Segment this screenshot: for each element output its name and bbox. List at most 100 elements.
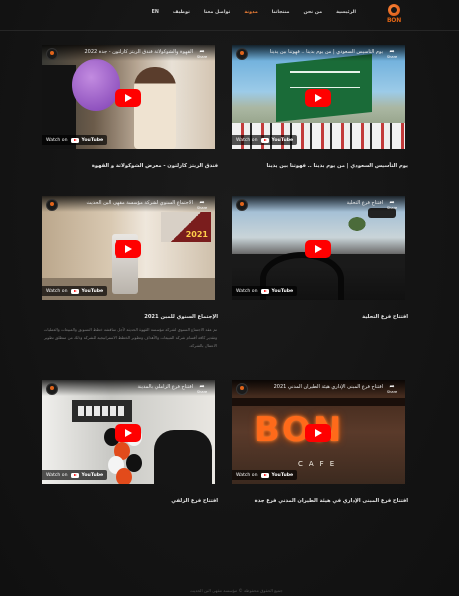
site-header: BON الرئيسية من نحن منتجاتنا مدونة تواصل… (0, 0, 459, 30)
play-button[interactable] (115, 89, 141, 107)
channel-avatar-icon[interactable] (236, 199, 248, 211)
channel-avatar-icon[interactable] (236, 383, 248, 395)
video-embed-tahlia-branch[interactable]: افتتاح فرع التحلية ➦ Share Watch on YouT… (232, 196, 405, 300)
nav-item-products[interactable]: منتجاتنا (265, 10, 297, 15)
watch-on-youtube-button[interactable]: Watch on YouTube (232, 135, 298, 145)
watch-on-youtube-button[interactable]: Watch on YouTube (232, 286, 298, 296)
channel-avatar-icon[interactable] (46, 383, 58, 395)
video-caption[interactable]: افتتاح فرع المبنى الإداري في هيئة الطيرا… (255, 498, 408, 504)
video-caption[interactable]: افتتاح فرع التحلية (362, 314, 408, 320)
child-graphic (134, 67, 176, 149)
share-icon: ➦ (199, 48, 205, 55)
year-badge: 2021 (161, 212, 211, 242)
flag-text-graphic (290, 71, 360, 88)
share-icon: ➦ (389, 199, 395, 206)
share-icon: ➦ (199, 383, 205, 390)
video-embed-zulfi-branch[interactable]: افتتاح فرع الزاملي بالمدينة ➦ Share Watc… (42, 380, 215, 484)
logo-mark-icon (388, 4, 400, 16)
share-icon: ➦ (199, 199, 205, 206)
share-button[interactable]: ➦ Share (195, 383, 209, 394)
share-label: Share (386, 390, 398, 394)
watch-on-label: Watch on (236, 472, 258, 478)
flag-graphic (276, 53, 372, 123)
video-topbar: يوم التأسيس السعودي | من يوم بدينا .. فه… (232, 45, 405, 61)
sign-graphic (72, 400, 132, 422)
channel-avatar-icon[interactable] (46, 48, 58, 60)
video-embed-ritz-carlton[interactable]: القهوة والشوكولاتة فندق الريتز كارلتون -… (42, 45, 215, 149)
youtube-label: YouTube (81, 137, 104, 143)
play-button[interactable] (305, 240, 331, 258)
youtube-label: YouTube (81, 288, 104, 294)
main-nav: الرئيسية من نحن منتجاتنا مدونة تواصل معن… (145, 10, 363, 15)
channel-avatar-icon[interactable] (236, 48, 248, 60)
year-badge-text: 2021 (185, 230, 208, 239)
share-label: Share (386, 55, 398, 59)
play-button[interactable] (305, 89, 331, 107)
video-topbar: الاجتماع السنوي لشركة مؤسسة مقهى البن ال… (42, 196, 215, 212)
video-title[interactable]: افتتاح فرع المبنى الإداري هيئة الطيران ا… (250, 384, 383, 390)
watch-on-label: Watch on (236, 288, 258, 294)
share-button[interactable]: ➦ Share (385, 48, 399, 59)
watch-on-label: Watch on (46, 472, 68, 478)
brand-logo[interactable]: BON (384, 4, 404, 26)
play-button[interactable] (115, 424, 141, 442)
youtube-logo-icon (71, 137, 80, 143)
watch-on-youtube-button[interactable]: Watch on YouTube (232, 470, 298, 480)
youtube-label: YouTube (81, 472, 104, 478)
youtube-label: YouTube (271, 472, 294, 478)
watch-on-youtube-button[interactable]: Watch on YouTube (42, 470, 108, 480)
watch-on-youtube-button[interactable]: Watch on YouTube (42, 286, 108, 296)
video-topbar: افتتاح فرع المبنى الإداري هيئة الطيران ا… (232, 380, 405, 396)
balloon-graphic (72, 59, 120, 111)
watch-on-label: Watch on (46, 288, 68, 294)
video-title[interactable]: افتتاح فرع الزاملي بالمدينة (60, 384, 193, 390)
share-label: Share (196, 55, 208, 59)
video-caption[interactable]: افتتاح فرع الزلفي (171, 498, 218, 504)
nav-item-contact[interactable]: تواصل معنا (197, 10, 237, 15)
channel-avatar-icon[interactable] (46, 199, 58, 211)
header-divider (0, 30, 459, 31)
video-embed-annual-meeting[interactable]: 2021 الاجتماع السنوي لشركة مؤسسة مقهى ال… (42, 196, 215, 300)
site-footer: جميع الحقوق محفوظة © مؤسسة مقهى البن الح… (0, 588, 459, 596)
video-description: تم عقد الاجتماع السنوي لشركة مؤسسة القهو… (43, 327, 217, 349)
video-title[interactable]: يوم التأسيس السعودي | من يوم بدينا .. فه… (250, 49, 383, 55)
share-label: Share (196, 390, 208, 394)
share-button[interactable]: ➦ Share (195, 199, 209, 210)
share-icon: ➦ (389, 48, 395, 55)
video-caption[interactable]: يوم التأسيس السعودي | من يوم بدينا .. فه… (267, 163, 408, 169)
youtube-label: YouTube (271, 137, 294, 143)
cafe-sign-graphic: CAFE (298, 460, 341, 468)
video-topbar: القهوة والشوكولاتة فندق الريتز كارلتون -… (42, 45, 215, 61)
youtube-logo-icon (71, 288, 80, 294)
youtube-label: YouTube (271, 288, 294, 294)
video-embed-gaca-branch[interactable]: BON CAFE افتتاح فرع المبنى الإداري هيئة … (232, 380, 405, 484)
share-icon: ➦ (389, 383, 395, 390)
youtube-logo-icon (261, 288, 270, 294)
nav-item-home[interactable]: الرئيسية (329, 10, 363, 15)
youtube-logo-icon (261, 137, 270, 143)
share-button[interactable]: ➦ Share (195, 48, 209, 59)
share-label: Share (386, 206, 398, 210)
video-embed-founding-day[interactable]: يوم التأسيس السعودي | من يوم بدينا .. فه… (232, 45, 405, 149)
video-topbar: افتتاح فرع الزاملي بالمدينة ➦ Share (42, 380, 215, 396)
nav-item-blog[interactable]: مدونة (237, 10, 264, 15)
play-button[interactable] (115, 240, 141, 258)
youtube-logo-icon (71, 472, 80, 478)
share-label: Share (196, 206, 208, 210)
nav-item-about[interactable]: من نحن (297, 10, 330, 15)
video-title[interactable]: افتتاح فرع التحلية (250, 200, 383, 206)
nav-item-careers[interactable]: توظيف (166, 10, 197, 15)
beam-graphic (232, 398, 405, 406)
video-title[interactable]: الاجتماع السنوي لشركة مؤسسة مقهى البن ال… (60, 200, 193, 206)
watch-on-youtube-button[interactable]: Watch on YouTube (42, 135, 108, 145)
video-caption[interactable]: فندق الريتز كارلتون - معرض الشوكولاتة و … (92, 163, 218, 169)
share-button[interactable]: ➦ Share (385, 199, 399, 210)
share-button[interactable]: ➦ Share (385, 383, 399, 394)
watch-on-label: Watch on (46, 137, 68, 143)
video-title[interactable]: القهوة والشوكولاتة فندق الريتز كارلتون -… (60, 49, 193, 55)
nav-item-language[interactable]: EN (145, 10, 166, 15)
watch-on-label: Watch on (236, 137, 258, 143)
video-caption[interactable]: الإجتماع السنوي للمبن 2021 (144, 314, 218, 320)
play-button[interactable] (305, 424, 331, 442)
person-graphic (154, 430, 212, 484)
